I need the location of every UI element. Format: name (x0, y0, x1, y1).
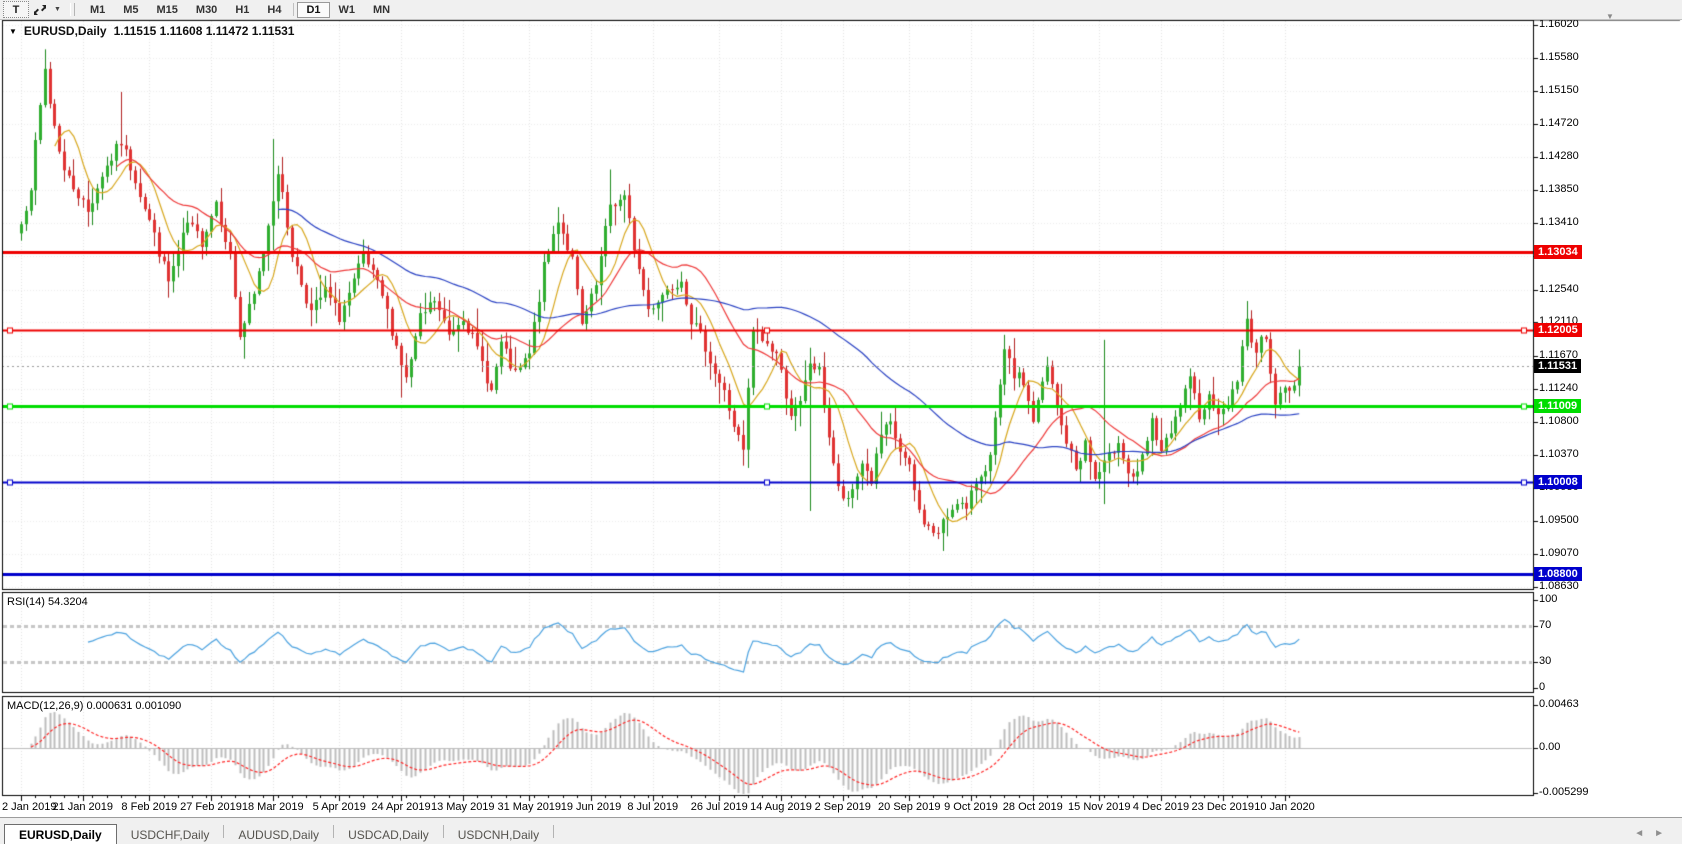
rsi-indicator-label: RSI(14) 54.3204 (7, 596, 88, 608)
timeframe-button-m30[interactable]: M30 (187, 2, 226, 18)
time-tick-label: 2 Jan 2019 (2, 801, 56, 813)
time-tick-label: 18 Mar 2019 (242, 801, 304, 813)
tabs-scroll-right-icon[interactable]: ► (1654, 828, 1674, 839)
macd-indicator-label: MACD(12,26,9) 0.000631 0.001090 (7, 700, 181, 712)
current-price-tag: 1.11531 (1534, 359, 1581, 373)
time-tick-label: 14 Aug 2019 (750, 801, 812, 813)
tab-usdcnh-daily[interactable]: USDCNH,Daily (444, 826, 553, 844)
time-tick-label: 5 Apr 2019 (313, 801, 366, 813)
toolbar-separator (293, 3, 294, 16)
time-tick-label: 26 Jul 2019 (691, 801, 748, 813)
toolbar-dropdown-arrow-icon[interactable]: ▼ (51, 6, 64, 13)
tab-eurusd-daily[interactable]: EURUSD,Daily (4, 824, 117, 844)
time-tick-label: 31 May 2019 (497, 801, 561, 813)
rsi-axis-label: 70 (1539, 619, 1551, 631)
timeframe-button-h1[interactable]: H1 (226, 2, 258, 18)
chart-ohlc-values: 1.11515 1.11608 1.11472 1.11531 (114, 24, 295, 38)
time-tick-label: 4 Dec 2019 (1133, 801, 1189, 813)
chart-shift-marker-icon: ▼ (1606, 12, 1614, 21)
time-tick-label: 9 Oct 2019 (944, 801, 998, 813)
text-tool-button[interactable]: T (3, 1, 29, 18)
timeframe-buttons: M1M5M15M30H1H4 D1W1MN (81, 2, 399, 18)
symbol-dropdown-icon[interactable]: ▼ (9, 27, 17, 36)
toolbar-separator (70, 3, 75, 16)
timeframe-button-m15[interactable]: M15 (148, 2, 187, 18)
diagonal-arrows-icon (33, 4, 47, 16)
chart-tabs-bar: EURUSD,DailyUSDCHF,DailyAUDUSD,DailyUSDC… (0, 817, 1682, 844)
timeframe-button-d1[interactable]: D1 (297, 2, 329, 18)
tab-usdchf-daily[interactable]: USDCHF,Daily (117, 826, 224, 844)
rsi-axis-label: 100 (1539, 593, 1557, 605)
price-tick-label: 1.12540 (1539, 283, 1579, 295)
time-tick-label: 19 Jun 2019 (561, 801, 622, 813)
price-tick-label: 1.10800 (1539, 415, 1579, 427)
chart-title: ▼ EURUSD,Daily 1.11515 1.11608 1.11472 1… (9, 24, 294, 38)
price-tick-label: 1.15150 (1539, 84, 1579, 96)
price-tick-label: 1.13410 (1539, 216, 1579, 228)
rsi-axis-label: 0 (1539, 681, 1545, 693)
price-tick-label: 1.10370 (1539, 448, 1579, 460)
time-tick-label: 2 Sep 2019 (815, 801, 871, 813)
price-tick-label: 1.08630 (1539, 580, 1579, 592)
macd-axis-label: -0.005299 (1539, 786, 1589, 798)
price-tag: 1.12005 (1534, 323, 1582, 337)
time-tick-label: 23 Dec 2019 (1192, 801, 1254, 813)
timeframe-button-m5[interactable]: M5 (114, 2, 147, 18)
arrows-tool-button[interactable] (31, 4, 49, 16)
time-tick-label: 15 Nov 2019 (1068, 801, 1130, 813)
price-tick-label: 1.14280 (1539, 150, 1579, 162)
price-tag: 1.08800 (1534, 567, 1582, 581)
price-tag: 1.10008 (1534, 475, 1582, 489)
time-tick-label: 13 May 2019 (431, 801, 495, 813)
time-tick-label: 8 Jul 2019 (627, 801, 678, 813)
chart-canvas[interactable] (0, 0, 1682, 844)
timeframe-button-m1[interactable]: M1 (81, 2, 114, 18)
tabs-scroll-arrows[interactable]: ◄► (1634, 828, 1674, 839)
tab-audusd-daily[interactable]: AUDUSD,Daily (224, 826, 333, 844)
top-toolbar: T ▼ M1M5M15M30H1H4 D1W1MN (0, 0, 1682, 20)
macd-axis-label: 0.00463 (1539, 698, 1579, 710)
time-tick-label: 24 Apr 2019 (371, 801, 430, 813)
tab-separator (553, 825, 554, 838)
price-tick-label: 1.14720 (1539, 117, 1579, 129)
price-tick-label: 1.15580 (1539, 51, 1579, 63)
price-tag: 1.13034 (1534, 245, 1582, 259)
time-tick-label: 20 Sep 2019 (878, 801, 940, 813)
price-tick-label: 1.09500 (1539, 514, 1579, 526)
rsi-axis-label: 30 (1539, 655, 1551, 667)
time-tick-label: 28 Oct 2019 (1003, 801, 1063, 813)
terminal-window: T ▼ M1M5M15M30H1H4 D1W1MN ▼ EURUSD,Daily … (0, 0, 1682, 844)
timeframe-button-w1[interactable]: W1 (330, 2, 365, 18)
macd-axis-label: 0.00 (1539, 741, 1560, 753)
timeframe-button-mn[interactable]: MN (364, 2, 399, 18)
time-tick-label: 27 Feb 2019 (180, 801, 242, 813)
tab-usdcad-daily[interactable]: USDCAD,Daily (334, 826, 443, 844)
timeframe-button-h4[interactable]: H4 (258, 2, 290, 18)
price-tick-label: 1.09070 (1539, 547, 1579, 559)
price-tag: 1.11009 (1534, 399, 1581, 413)
time-tick-label: 21 Jan 2019 (52, 801, 113, 813)
time-tick-label: 8 Feb 2019 (121, 801, 177, 813)
time-tick-label: 10 Jan 2020 (1254, 801, 1315, 813)
chart-symbol-label: EURUSD,Daily (24, 24, 107, 38)
tabs-scroll-left-icon[interactable]: ◄ (1634, 828, 1654, 839)
price-tick-label: 1.13850 (1539, 183, 1579, 195)
price-tick-label: 1.11240 (1539, 382, 1578, 394)
